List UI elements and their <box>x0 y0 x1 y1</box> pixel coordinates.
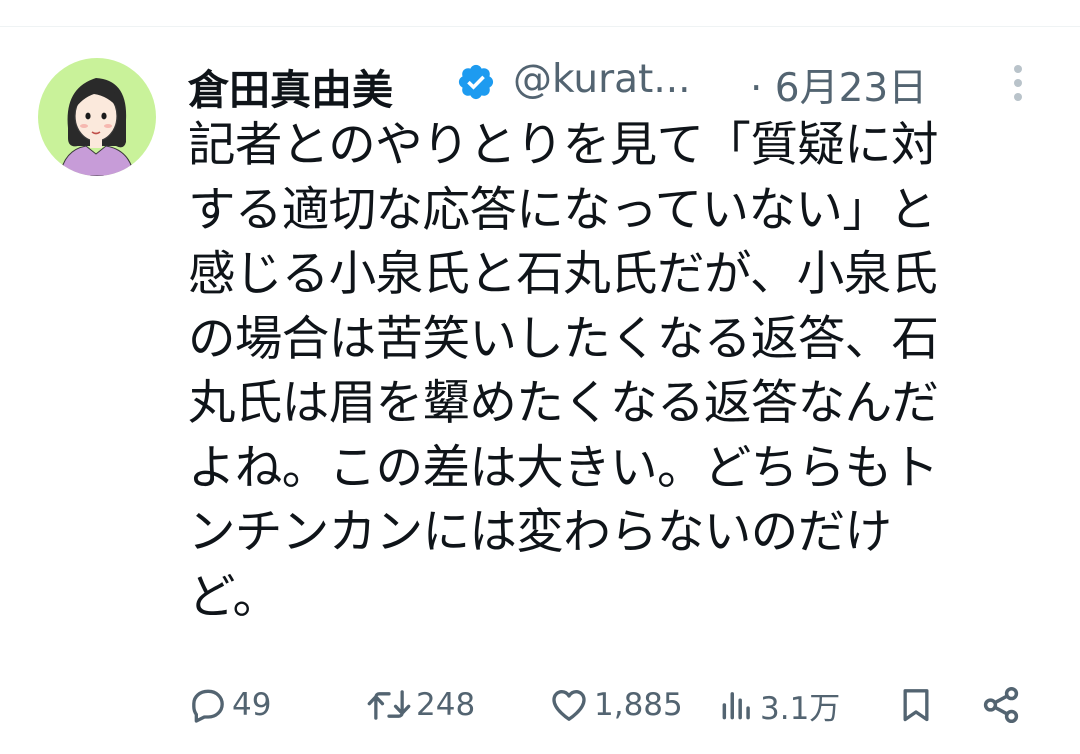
tweet-text-line: ど。 <box>188 569 280 625</box>
like-button[interactable]: 1,885 <box>548 680 683 730</box>
display-name[interactable]: 倉田真由美 <box>188 56 393 116</box>
bookmark-icon <box>896 684 936 726</box>
action-bar: 49 248 1,885 3.1万 <box>188 680 1038 730</box>
tweet-text-line: 丸氏は眉を顰めたくなる返答なんだ <box>188 376 939 431</box>
retweet-icon <box>366 685 412 725</box>
tweet-text-line: 記者とのやりとりを見て「質疑に対 <box>188 118 939 173</box>
like-count: 1,885 <box>594 687 683 723</box>
verified-badge-icon[interactable] <box>456 62 496 102</box>
tweet[interactable]: 倉田真由美 @kurat... · 6月23日 記者とのやりとりを見て「質疑に対… <box>0 0 1080 754</box>
views-count: 3.1万 <box>760 690 841 727</box>
retweet-button[interactable]: 248 <box>366 680 475 730</box>
avatar[interactable] <box>38 58 156 176</box>
heart-icon <box>548 685 590 725</box>
reply-count: 49 <box>232 687 272 723</box>
tweet-header: 倉田真由美 @kurat... · 6月23日 <box>188 52 1048 114</box>
tweet-text-line: する適切な応答になっていない」と <box>188 182 937 238</box>
more-vertical-icon[interactable] <box>1006 62 1030 104</box>
share-icon <box>980 684 1022 726</box>
tweet-text-line: ンチンカンには変わらないのだけ <box>188 505 892 560</box>
views-button[interactable]: 3.1万 <box>718 680 840 730</box>
tweet-text-line: 感じる小泉氏と石丸氏だが、小泉氏 <box>188 247 938 302</box>
retweet-count: 248 <box>416 687 476 723</box>
bookmark-button[interactable] <box>896 680 936 730</box>
tweet-text: 記者とのやりとりを見て「質疑に対 する適切な応答になっていない」と 感じる小泉氏… <box>188 114 1018 630</box>
handle[interactable]: @kurat... <box>513 57 691 102</box>
tweet-text-line: の場合は苦笑いしたくなる返答、石 <box>188 311 939 367</box>
share-button[interactable] <box>980 680 1022 730</box>
tweet-date[interactable]: · 6月23日 <box>750 57 927 113</box>
views-icon <box>718 685 756 725</box>
tweet-text-line: よね。この差は大きい。どちらもト <box>188 440 939 496</box>
reply-button[interactable]: 49 <box>188 680 271 730</box>
reply-icon <box>188 685 228 725</box>
